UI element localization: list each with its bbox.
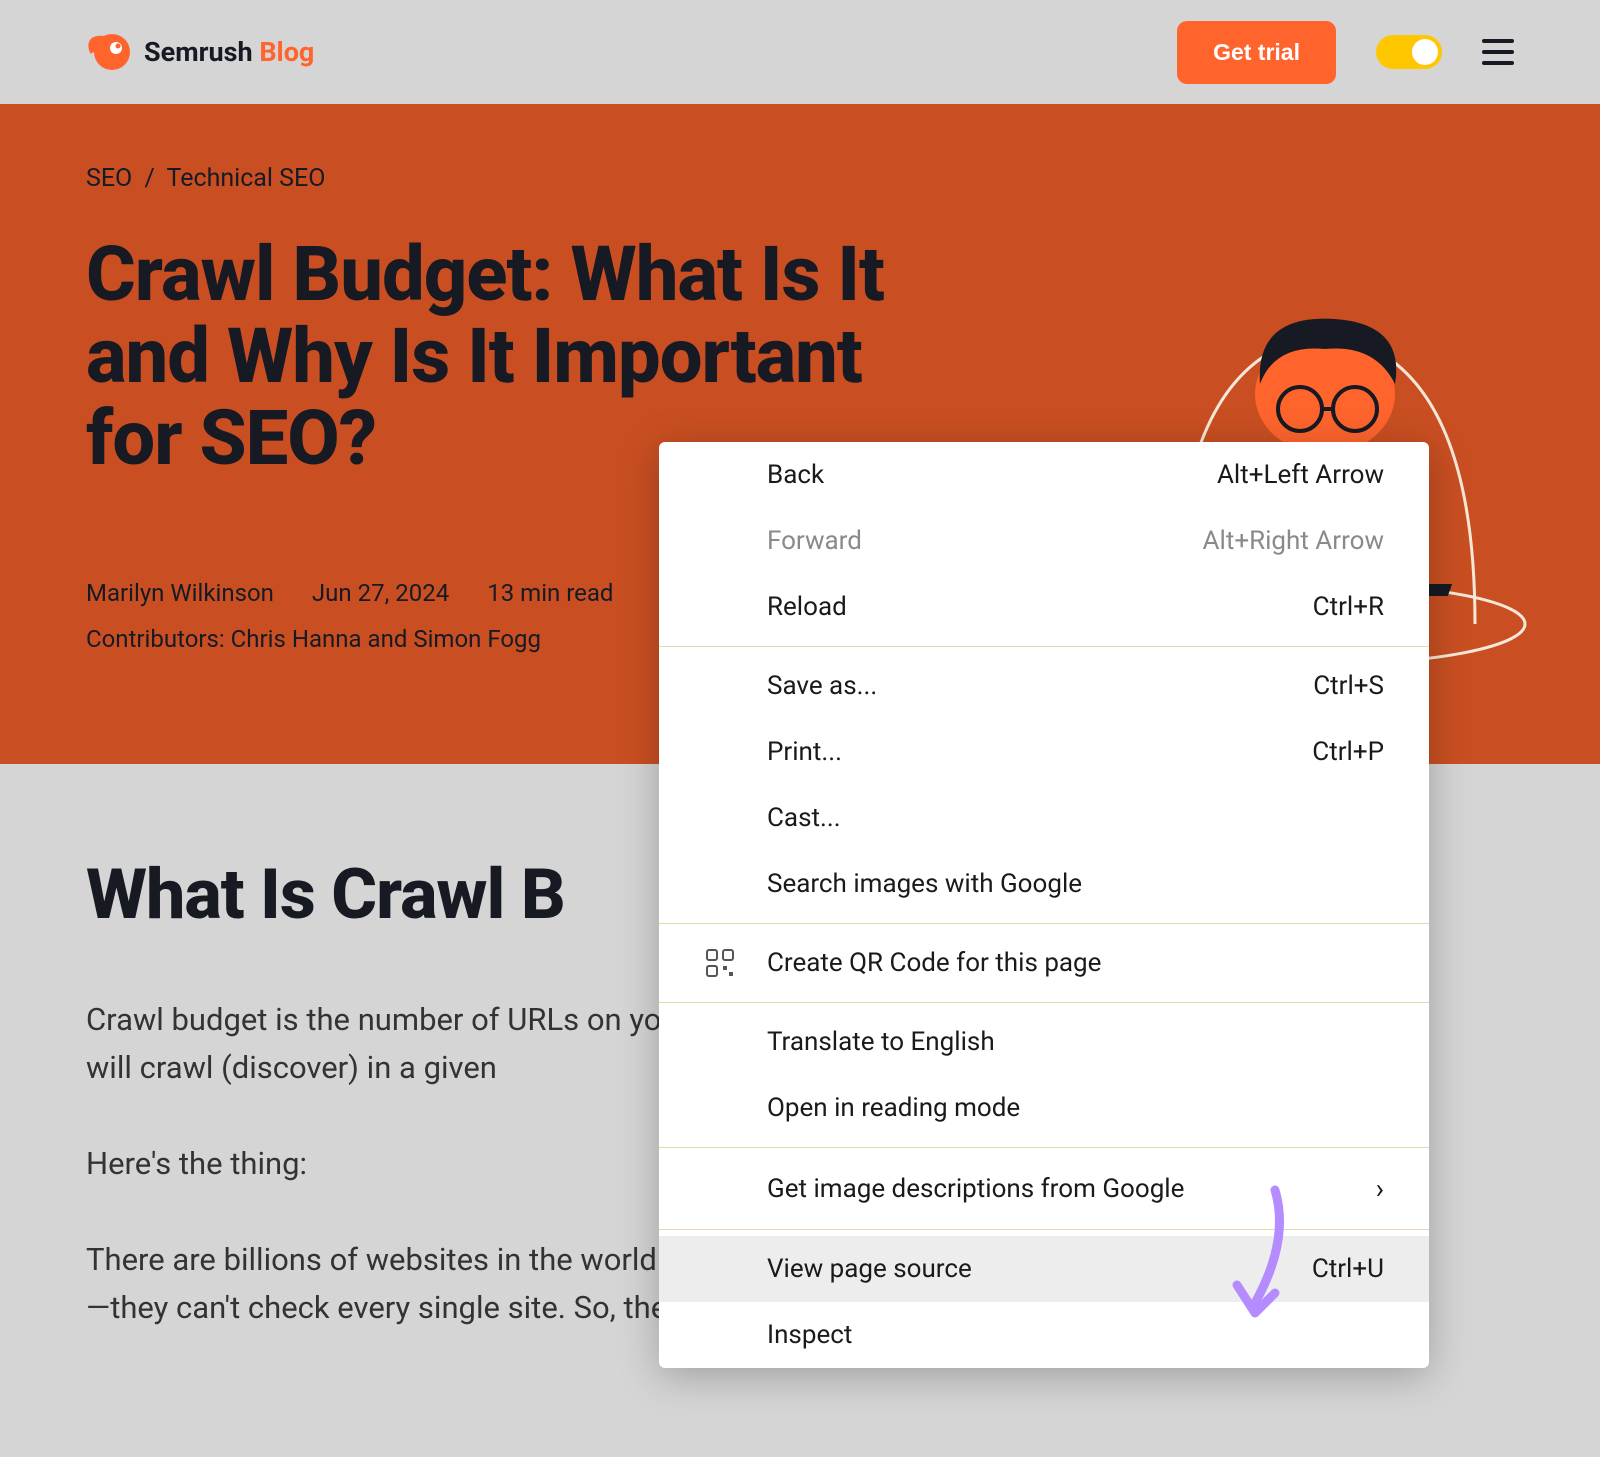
menu-separator — [659, 646, 1429, 647]
menu-label: Search images with Google — [767, 869, 1082, 899]
context-menu: Back Alt+Left Arrow Forward Alt+Right Ar… — [659, 442, 1429, 1368]
header-right: Get trial — [1177, 21, 1514, 84]
menu-back[interactable]: Back Alt+Left Arrow — [659, 442, 1429, 508]
theme-toggle[interactable] — [1376, 35, 1442, 69]
qr-code-icon — [703, 946, 737, 980]
menu-label: Save as... — [767, 671, 877, 701]
menu-label: Open in reading mode — [767, 1093, 1020, 1123]
semrush-logo-icon — [86, 30, 130, 74]
menu-print[interactable]: Print... Ctrl+P — [659, 719, 1429, 785]
menu-shortcut: Alt+Right Arrow — [1203, 526, 1384, 556]
menu-shortcut: Ctrl+P — [1312, 737, 1384, 767]
breadcrumb-separator: / — [144, 164, 154, 193]
menu-separator — [659, 1002, 1429, 1003]
menu-icon[interactable] — [1482, 39, 1514, 65]
menu-inspect[interactable]: Inspect — [659, 1302, 1429, 1368]
breadcrumb-seo[interactable]: SEO — [86, 164, 132, 193]
menu-shortcut: Alt+Left Arrow — [1217, 460, 1384, 490]
menu-translate[interactable]: Translate to English — [659, 1009, 1429, 1075]
menu-reload[interactable]: Reload Ctrl+R — [659, 574, 1429, 640]
menu-label: Print... — [767, 737, 842, 767]
menu-separator — [659, 1229, 1429, 1230]
menu-label: Back — [767, 460, 824, 490]
menu-search-images[interactable]: Search images with Google — [659, 851, 1429, 917]
menu-separator — [659, 1147, 1429, 1148]
brand[interactable]: Semrush Blog — [86, 30, 314, 74]
menu-shortcut: Ctrl+U — [1312, 1254, 1384, 1284]
read-time: 13 min read — [487, 579, 613, 607]
menu-view-source[interactable]: View page source Ctrl+U — [659, 1236, 1429, 1302]
breadcrumb-technical-seo[interactable]: Technical SEO — [167, 164, 326, 193]
menu-label: Get image descriptions from Google — [767, 1174, 1184, 1204]
menu-label: Inspect — [767, 1320, 852, 1350]
menu-cast[interactable]: Cast... — [659, 785, 1429, 851]
menu-label: Cast... — [767, 803, 841, 833]
menu-label: Create QR Code for this page — [767, 948, 1101, 978]
menu-save-as[interactable]: Save as... Ctrl+S — [659, 653, 1429, 719]
menu-label: Forward — [767, 526, 862, 556]
brand-text: Semrush Blog — [144, 36, 314, 68]
menu-label: Reload — [767, 592, 847, 622]
menu-image-descriptions[interactable]: Get image descriptions from Google › — [659, 1154, 1429, 1223]
get-trial-button[interactable]: Get trial — [1177, 21, 1336, 84]
menu-separator — [659, 923, 1429, 924]
breadcrumb: SEO / Technical SEO — [86, 164, 1514, 193]
publish-date: Jun 27, 2024 — [312, 579, 449, 607]
menu-label: Translate to English — [767, 1027, 995, 1057]
menu-label: View page source — [767, 1254, 972, 1284]
menu-qr-code[interactable]: Create QR Code for this page — [659, 930, 1429, 996]
author: Marilyn Wilkinson — [86, 579, 274, 607]
menu-shortcut: Ctrl+R — [1313, 592, 1384, 622]
chevron-right-icon: › — [1376, 1172, 1384, 1205]
menu-forward: Forward Alt+Right Arrow — [659, 508, 1429, 574]
menu-reading-mode[interactable]: Open in reading mode — [659, 1075, 1429, 1141]
header: Semrush Blog Get trial — [0, 0, 1600, 104]
menu-shortcut: Ctrl+S — [1313, 671, 1384, 701]
